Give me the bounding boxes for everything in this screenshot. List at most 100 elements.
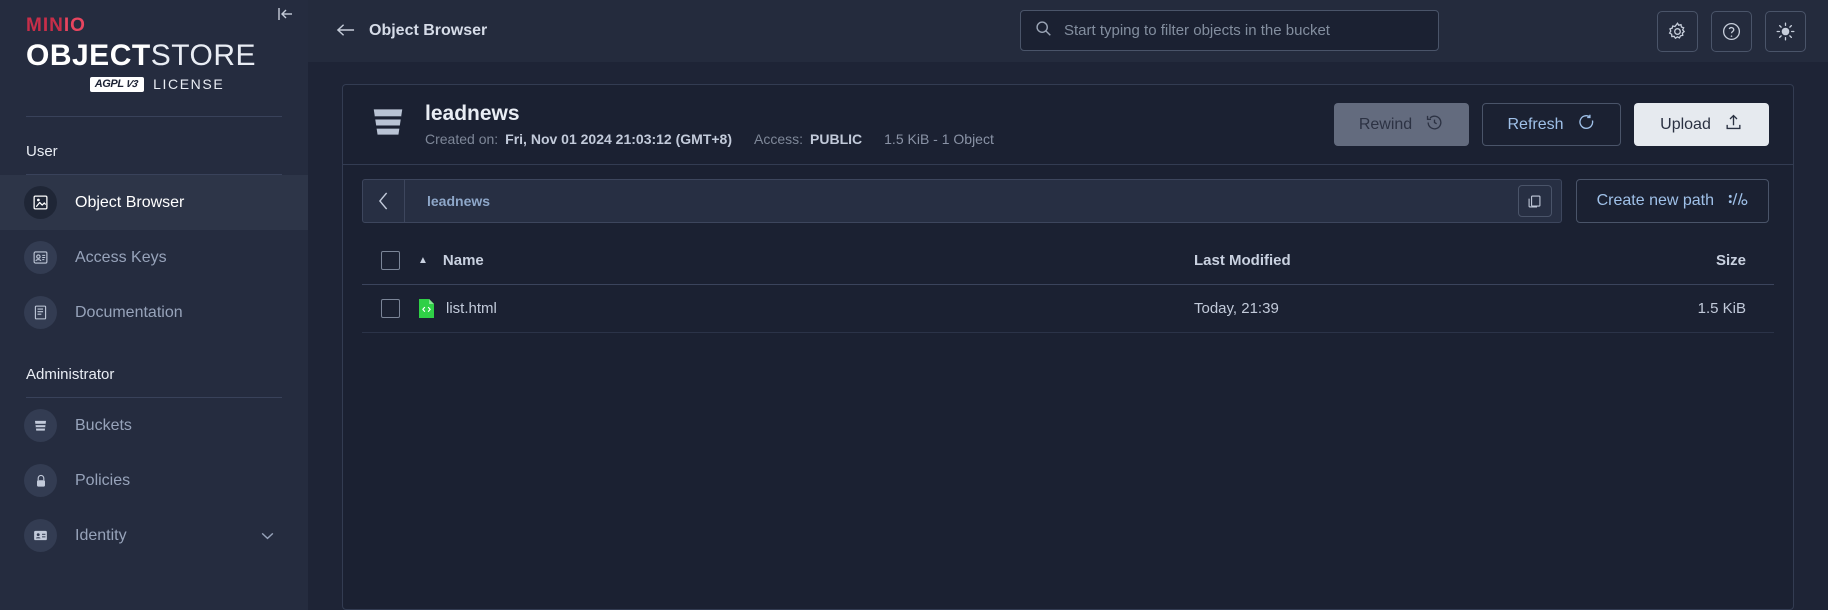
collapse-left-icon[interactable] xyxy=(276,6,294,25)
row-name-cell: list.html xyxy=(418,298,1194,319)
column-label-last-modified: Last Modified xyxy=(1194,251,1291,269)
current-path: leadnews xyxy=(427,193,491,209)
row-last-modified: Today, 21:39 xyxy=(1194,299,1279,317)
bucket-created: Created on: Fri, Nov 01 2024 21:03:12 (G… xyxy=(425,131,732,147)
row-size: 1.5 KiB xyxy=(1697,299,1746,317)
access-keys-icon xyxy=(24,241,57,275)
product-object: OBJECT xyxy=(26,38,151,72)
sidebar-group-user: User Object Browser Access Keys Document… xyxy=(0,117,308,340)
sidebar-item-label: Access Keys xyxy=(75,248,167,266)
license-line: AGPL V3 LICENSE xyxy=(26,76,308,92)
upload-icon xyxy=(1724,113,1743,137)
topbar-actions xyxy=(1657,10,1806,52)
object-browser-panel: leadnews Created on: Fri, Nov 01 2024 21… xyxy=(342,84,1794,610)
bucket-actions: Rewind Refresh Upload xyxy=(1334,103,1769,146)
identity-card-icon xyxy=(24,519,57,553)
objects-table: ▲ Name Last Modified Size list.html Toda… xyxy=(343,237,1793,333)
bucket-meta: leadnews Created on: Fri, Nov 01 2024 21… xyxy=(425,102,994,147)
upload-label: Upload xyxy=(1660,115,1711,133)
license-label: LICENSE xyxy=(153,76,225,93)
sort-ascending-icon: ▲ xyxy=(418,254,428,266)
agpl-badge: AGPL V3 xyxy=(89,76,145,92)
chevron-down-icon[interactable] xyxy=(261,530,274,542)
column-header-last-modified[interactable]: Last Modified xyxy=(1194,252,1554,270)
rewind-button[interactable]: Rewind xyxy=(1334,103,1469,146)
path-back-button[interactable] xyxy=(363,180,405,222)
access-value: PUBLIC xyxy=(810,131,863,147)
bucket-summary: 1.5 KiB - 1 Object xyxy=(884,131,994,147)
sidebar: MINIO OBJECTSTORE AGPL V3 LICENSE User O… xyxy=(0,0,308,610)
create-new-path-button[interactable]: Create new path xyxy=(1575,179,1769,223)
sidebar-item-object-browser[interactable]: Object Browser xyxy=(0,175,308,231)
minio-wordmark: MINIO xyxy=(26,15,308,37)
help-button[interactable] xyxy=(1711,10,1752,52)
sidebar-item-documentation[interactable]: Documentation xyxy=(0,285,308,340)
select-all-cell xyxy=(362,251,418,270)
created-value: Fri, Nov 01 2024 21:03:12 (GMT+8) xyxy=(505,131,732,147)
created-label: Created on: xyxy=(425,131,499,147)
rewind-label: Rewind xyxy=(1358,115,1413,133)
column-label-name: Name xyxy=(442,252,484,269)
bucket-icon xyxy=(24,409,57,443)
copy-path-button[interactable] xyxy=(1517,185,1552,217)
access-label: Access: xyxy=(754,131,804,147)
row-select-cell xyxy=(362,299,418,318)
logo-block: MINIO OBJECTSTORE AGPL V3 LICENSE xyxy=(0,0,308,92)
back-to-object-browser[interactable]: Object Browser xyxy=(336,22,487,41)
theme-toggle-button[interactable] xyxy=(1765,10,1806,52)
brand-io: IO xyxy=(63,15,86,36)
sidebar-item-label: Identity xyxy=(75,526,127,544)
refresh-button[interactable]: Refresh xyxy=(1482,103,1621,146)
sidebar-item-policies[interactable]: Policies xyxy=(0,453,308,508)
select-all-checkbox[interactable] xyxy=(380,251,400,270)
row-checkbox[interactable] xyxy=(380,299,400,318)
column-label-size: Size xyxy=(1715,251,1746,269)
sidebar-item-buckets[interactable]: Buckets xyxy=(0,398,308,453)
column-header-size[interactable]: Size xyxy=(1554,252,1774,270)
column-header-name[interactable]: ▲ Name xyxy=(418,252,1194,269)
html-file-icon xyxy=(418,298,435,319)
sidebar-item-access-keys[interactable]: Access Keys xyxy=(0,230,308,285)
search-input[interactable] xyxy=(1064,22,1424,39)
bucket-name: leadnews xyxy=(425,102,520,125)
bucket-header: leadnews Created on: Fri, Nov 01 2024 21… xyxy=(343,85,1793,165)
table-header-row: ▲ Name Last Modified Size xyxy=(362,237,1774,285)
table-row[interactable]: list.html Today, 21:39 1.5 KiB xyxy=(362,285,1774,333)
sidebar-item-identity[interactable]: Identity xyxy=(0,508,308,563)
path-bar: leadnews xyxy=(362,179,1562,223)
bucket-icon xyxy=(369,103,407,146)
object-filter-search[interactable] xyxy=(1020,10,1439,51)
row-object-name: list.html xyxy=(446,300,497,317)
sidebar-item-label: Object Browser xyxy=(75,193,185,211)
refresh-label: Refresh xyxy=(1507,115,1564,133)
page-title: Object Browser xyxy=(369,22,488,39)
refresh-icon xyxy=(1577,113,1596,137)
sidebar-group-administrator: Administrator Buckets Policies Identity xyxy=(0,340,308,563)
agpl-version: V3 xyxy=(124,78,139,90)
rewind-clock-icon xyxy=(1425,113,1444,137)
lock-icon xyxy=(24,464,57,498)
main-area: Object Browser Start typing to filter ob… xyxy=(308,0,1828,610)
row-size-cell: 1.5 KiB xyxy=(1554,300,1774,318)
row-last-modified-cell: Today, 21:39 xyxy=(1194,300,1554,318)
sidebar-item-label: Documentation xyxy=(75,303,183,321)
minio-console: MINIO OBJECTSTORE AGPL V3 LICENSE User O… xyxy=(0,0,1828,610)
search-icon xyxy=(1035,20,1052,42)
bucket-subline: Created on: Fri, Nov 01 2024 21:03:12 (G… xyxy=(425,131,994,147)
bucket-access: Access: PUBLIC xyxy=(754,131,862,147)
upload-button[interactable]: Upload xyxy=(1634,103,1769,146)
arrow-left-icon xyxy=(336,22,355,41)
sidebar-item-label: Policies xyxy=(75,471,131,489)
brand-min: MIN xyxy=(26,15,64,36)
settings-button[interactable] xyxy=(1657,10,1698,52)
sidebar-group-title-user: User xyxy=(26,143,58,161)
path-slash-icon xyxy=(1728,191,1748,212)
content-area: leadnews Created on: Fri, Nov 01 2024 21… xyxy=(308,62,1828,610)
product-wordmark: OBJECTSTORE xyxy=(26,39,308,74)
sidebar-item-label: Buckets xyxy=(75,416,132,434)
topbar: Object Browser xyxy=(308,0,1828,62)
object-browser-icon xyxy=(24,186,57,220)
documentation-icon xyxy=(24,296,57,330)
create-new-path-label: Create new path xyxy=(1596,192,1714,209)
agpl-label: AGPL xyxy=(94,77,124,90)
